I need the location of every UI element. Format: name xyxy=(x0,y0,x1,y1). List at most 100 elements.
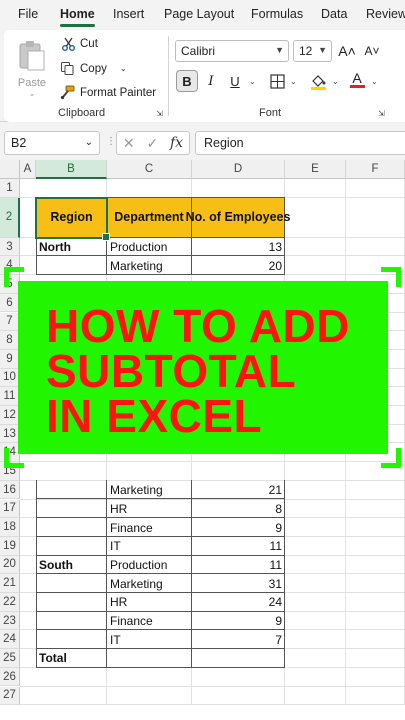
row-header-18[interactable]: 18 xyxy=(0,518,20,537)
paste-dropdown-icon[interactable]: ⌄ xyxy=(14,89,50,98)
table-header-cell[interactable]: Region xyxy=(36,196,107,238)
font-group-label: Font xyxy=(259,107,282,119)
row-header-11[interactable]: 11 xyxy=(0,387,20,406)
row-header-23[interactable]: 23 xyxy=(0,611,20,631)
row-header-17[interactable]: 17 xyxy=(0,499,20,519)
table-cell-border xyxy=(192,236,285,257)
table-cell-border xyxy=(107,236,192,257)
copy-dropdown-icon[interactable]: ⌄ xyxy=(120,64,127,73)
font-launcher-icon[interactable]: ⇲ xyxy=(378,109,385,118)
row-header-1[interactable]: 1 xyxy=(0,179,20,198)
table-cell-border xyxy=(192,479,285,500)
column-header-a[interactable]: A xyxy=(20,160,36,179)
table-cell-border xyxy=(36,498,107,519)
italic-button[interactable]: I xyxy=(200,70,222,92)
table-cell-border xyxy=(107,648,192,668)
row-header-26[interactable]: 26 xyxy=(0,667,20,687)
copy-label: Copy xyxy=(80,62,107,75)
banner-line-3: IN EXCEL xyxy=(46,390,263,442)
ribbon-home: Paste ⌄ Cut Copy ⌄ Format Painter Clipbo… xyxy=(0,30,405,122)
select-all-corner[interactable] xyxy=(0,160,20,179)
underline-dropdown-icon[interactable]: ⌄ xyxy=(249,77,256,86)
table-cell-border xyxy=(107,554,192,575)
column-header-b[interactable]: B xyxy=(36,160,107,179)
insert-function-button[interactable]: fx xyxy=(170,135,183,151)
row-header-27[interactable]: 27 xyxy=(0,686,20,706)
borders-button[interactable] xyxy=(266,70,288,92)
font-color-button[interactable]: A xyxy=(346,68,368,90)
more-options-icon[interactable]: ⋮ xyxy=(106,136,116,147)
tab-formulas[interactable]: Formulas xyxy=(251,7,303,21)
underline-button[interactable]: U xyxy=(224,70,246,92)
column-header-d[interactable]: D xyxy=(192,160,285,179)
table-cell-border xyxy=(36,535,107,556)
tab-file[interactable]: File xyxy=(18,7,38,21)
table-cell-border xyxy=(36,629,107,650)
row-header-19[interactable]: 19 xyxy=(0,536,20,556)
enter-icon[interactable]: ✓ xyxy=(146,135,158,152)
shrink-font-button[interactable]: A˅ xyxy=(361,40,383,62)
copy-button[interactable]: Copy ⌄ xyxy=(60,61,127,76)
bracket-bottom-right xyxy=(381,448,401,468)
bold-button[interactable]: B xyxy=(176,70,198,92)
name-box[interactable]: B2 ⌄ xyxy=(4,131,100,155)
tab-page-layout[interactable]: Page Layout xyxy=(164,7,234,21)
table-header-cell[interactable]: No. of Employees xyxy=(186,196,290,238)
banner-line-1: HOW TO ADD xyxy=(46,300,350,352)
row-header-24[interactable]: 24 xyxy=(0,630,20,650)
paste-button[interactable]: Paste ⌄ xyxy=(14,38,54,98)
paintbrush-icon xyxy=(60,85,75,100)
tab-insert[interactable]: Insert xyxy=(113,7,144,21)
cancel-icon[interactable]: ✕ xyxy=(123,135,135,152)
column-header-f[interactable]: F xyxy=(346,160,405,179)
cut-button[interactable]: Cut xyxy=(62,37,98,51)
fill-color-dropdown-icon[interactable]: ⌄ xyxy=(332,77,339,86)
row-header-7[interactable]: 7 xyxy=(0,312,20,332)
chevron-down-icon: ▼ xyxy=(275,45,284,55)
fill-color-button[interactable] xyxy=(307,70,329,92)
row-header-21[interactable]: 21 xyxy=(0,574,20,593)
column-header-e[interactable]: E xyxy=(285,160,346,179)
table-cell-border xyxy=(36,592,107,612)
gridline xyxy=(20,461,405,463)
clipboard-launcher-icon[interactable]: ⇲ xyxy=(156,109,163,118)
row-header-2[interactable]: 2 xyxy=(0,197,20,238)
table-cell-border xyxy=(107,517,192,537)
column-header-c[interactable]: C xyxy=(107,160,192,179)
table-cell-border xyxy=(107,535,192,556)
table-cell-border xyxy=(192,592,285,612)
paint-bucket-icon xyxy=(310,74,326,90)
font-color-swatch xyxy=(349,84,365,88)
tab-review[interactable]: Review xyxy=(366,7,405,21)
row-header-6[interactable]: 6 xyxy=(0,293,20,313)
row-header-12[interactable]: 12 xyxy=(0,406,20,425)
row-header-25[interactable]: 25 xyxy=(0,649,20,668)
font-color-dropdown-icon[interactable]: ⌄ xyxy=(371,77,378,86)
table-cell-border xyxy=(36,255,107,276)
bracket-top-left xyxy=(4,267,24,287)
format-painter-button[interactable]: Format Painter xyxy=(60,85,156,100)
ribbon-tabs: File Home Insert Page Layout Formulas Da… xyxy=(0,0,405,30)
row-header-9[interactable]: 9 xyxy=(0,349,20,369)
row-header-8[interactable]: 8 xyxy=(0,331,20,350)
row-header-20[interactable]: 20 xyxy=(0,555,20,575)
grow-font-button[interactable]: A˄ xyxy=(336,40,358,62)
table-cell-border xyxy=(107,610,192,631)
borders-dropdown-icon[interactable]: ⌄ xyxy=(290,77,297,86)
row-header-22[interactable]: 22 xyxy=(0,593,20,612)
formula-buttons: ✕ ✓ fx xyxy=(116,131,190,155)
tab-home[interactable]: Home xyxy=(60,7,95,27)
row-header-10[interactable]: 10 xyxy=(0,368,20,388)
gridline xyxy=(20,704,405,706)
table-header-cell[interactable]: Department xyxy=(106,196,192,238)
font-size-select[interactable]: 12 ▼ xyxy=(293,40,332,62)
row-header-13[interactable]: 13 xyxy=(0,424,20,444)
font-name-select[interactable]: Calibri ▼ xyxy=(175,40,289,62)
table-cell-border xyxy=(192,517,285,537)
formula-input[interactable]: Region xyxy=(195,131,405,155)
name-box-value: B2 xyxy=(11,136,27,150)
row-header-16[interactable]: 16 xyxy=(0,480,20,500)
tab-data[interactable]: Data xyxy=(321,7,347,21)
row-header-3[interactable]: 3 xyxy=(0,237,20,257)
table-cell-border xyxy=(192,554,285,575)
